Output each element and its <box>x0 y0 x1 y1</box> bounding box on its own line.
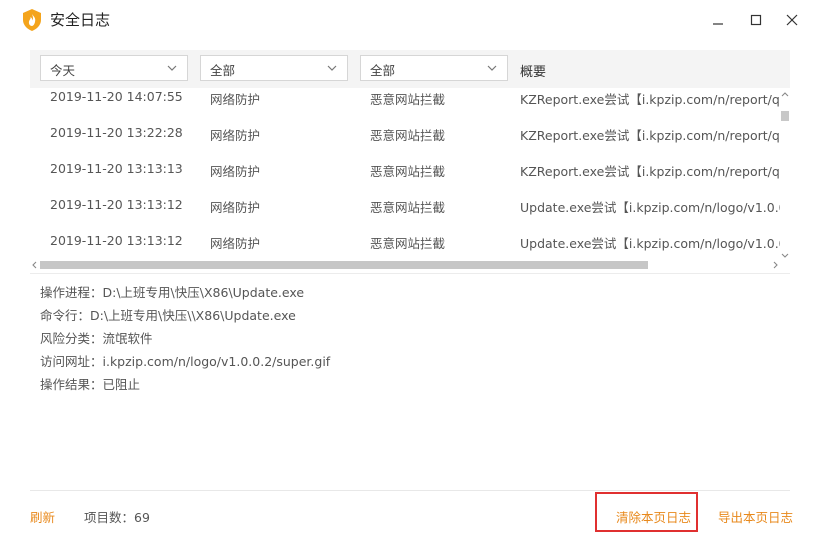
row-summary: Update.exe尝试【i.kpzip.com/n/logo/v1.0.0.2 <box>520 200 780 215</box>
time-filter-dropdown[interactable]: 今天 <box>40 55 188 81</box>
minimize-button[interactable] <box>708 10 728 30</box>
row-category: 网络防护 <box>210 200 261 215</box>
row-time: 2019-11-20 13:13:12 <box>50 197 183 212</box>
detail-process: 操作进程：D:\上班专用\快压\X86\Update.exe <box>40 285 305 300</box>
vertical-scrollbar-thumb[interactable] <box>781 111 789 121</box>
detail-result: 操作结果：已阻止 <box>40 377 141 392</box>
chevron-down-icon <box>167 65 177 71</box>
footer-divider <box>30 490 790 491</box>
type-filter-value: 全部 <box>370 63 396 78</box>
table-row[interactable]: 2019-11-20 14:07:55 网络防护 恶意网站拦截 KZReport… <box>30 88 780 124</box>
close-button[interactable] <box>782 10 802 30</box>
row-category: 网络防护 <box>210 236 261 251</box>
horizontal-scrollbar-thumb[interactable] <box>40 261 648 269</box>
row-type: 恶意网站拦截 <box>370 200 446 215</box>
scroll-left-icon[interactable] <box>30 260 40 270</box>
close-icon <box>786 14 798 26</box>
row-time: 2019-11-20 13:22:28 <box>50 125 183 140</box>
detail-command-line: 命令行：D:\上班专用\快压\\X86\Update.exe <box>40 308 296 323</box>
scroll-right-icon[interactable] <box>770 260 780 270</box>
time-filter-value: 今天 <box>50 63 76 78</box>
type-filter-dropdown[interactable]: 全部 <box>360 55 508 81</box>
clear-page-log-button[interactable]: 清除本页日志 <box>616 507 691 526</box>
table-row[interactable]: 2019-11-20 13:22:28 网络防护 恶意网站拦截 KZReport… <box>30 124 780 160</box>
category-filter-dropdown[interactable]: 全部 <box>200 55 348 81</box>
row-type: 恶意网站拦截 <box>370 236 446 251</box>
row-type: 恶意网站拦截 <box>370 92 446 107</box>
minimize-icon <box>713 23 723 25</box>
row-category: 网络防护 <box>210 128 261 143</box>
row-summary: KZReport.exe尝试【i.kpzip.com/n/report/que <box>520 92 780 107</box>
window-title: 安全日志 <box>50 11 111 29</box>
row-time: 2019-11-20 13:13:12 <box>50 233 183 248</box>
summary-column-header: 概要 <box>520 65 547 80</box>
export-page-log-button[interactable]: 导出本页日志 <box>718 507 793 526</box>
row-type: 恶意网站拦截 <box>370 164 446 179</box>
row-category: 网络防护 <box>210 92 261 107</box>
maximize-icon <box>750 14 762 26</box>
detail-risk-category: 风险分类：流氓软件 <box>40 331 153 346</box>
table-row[interactable]: 2019-11-20 13:13:12 网络防护 恶意网站拦截 Update.e… <box>30 196 780 232</box>
row-summary: KZReport.exe尝试【i.kpzip.com/n/report/que <box>520 164 780 179</box>
chevron-down-icon <box>487 65 497 71</box>
chevron-down-icon <box>327 65 337 71</box>
title-bar: 安全日志 <box>0 0 820 40</box>
row-category: 网络防护 <box>210 164 261 179</box>
log-rows: 2019-11-20 14:07:55 网络防护 恶意网站拦截 KZReport… <box>30 88 780 260</box>
table-row[interactable]: 2019-11-20 13:13:13 网络防护 恶意网站拦截 KZReport… <box>30 160 780 196</box>
detail-url: 访问网址：i.kpzip.com/n/logo/v1.0.0.2/super.g… <box>40 354 331 369</box>
refresh-link[interactable]: 刷新 <box>30 507 55 526</box>
shield-flame-logo-icon <box>23 9 41 31</box>
maximize-button[interactable] <box>746 10 766 30</box>
row-time: 2019-11-20 14:07:55 <box>50 89 183 104</box>
row-type: 恶意网站拦截 <box>370 128 446 143</box>
item-count: 项目数：69 <box>84 510 150 525</box>
category-filter-value: 全部 <box>210 63 236 78</box>
row-summary: Update.exe尝试【i.kpzip.com/n/logo/v1.0.0.2 <box>520 236 780 251</box>
scroll-up-icon[interactable] <box>780 90 790 100</box>
row-summary: KZReport.exe尝试【i.kpzip.com/n/report/que <box>520 128 780 143</box>
scroll-down-icon[interactable] <box>780 250 790 260</box>
row-time: 2019-11-20 13:13:13 <box>50 161 183 176</box>
table-row[interactable]: 2019-11-20 13:13:12 网络防护 恶意网站拦截 Update.e… <box>30 232 780 260</box>
